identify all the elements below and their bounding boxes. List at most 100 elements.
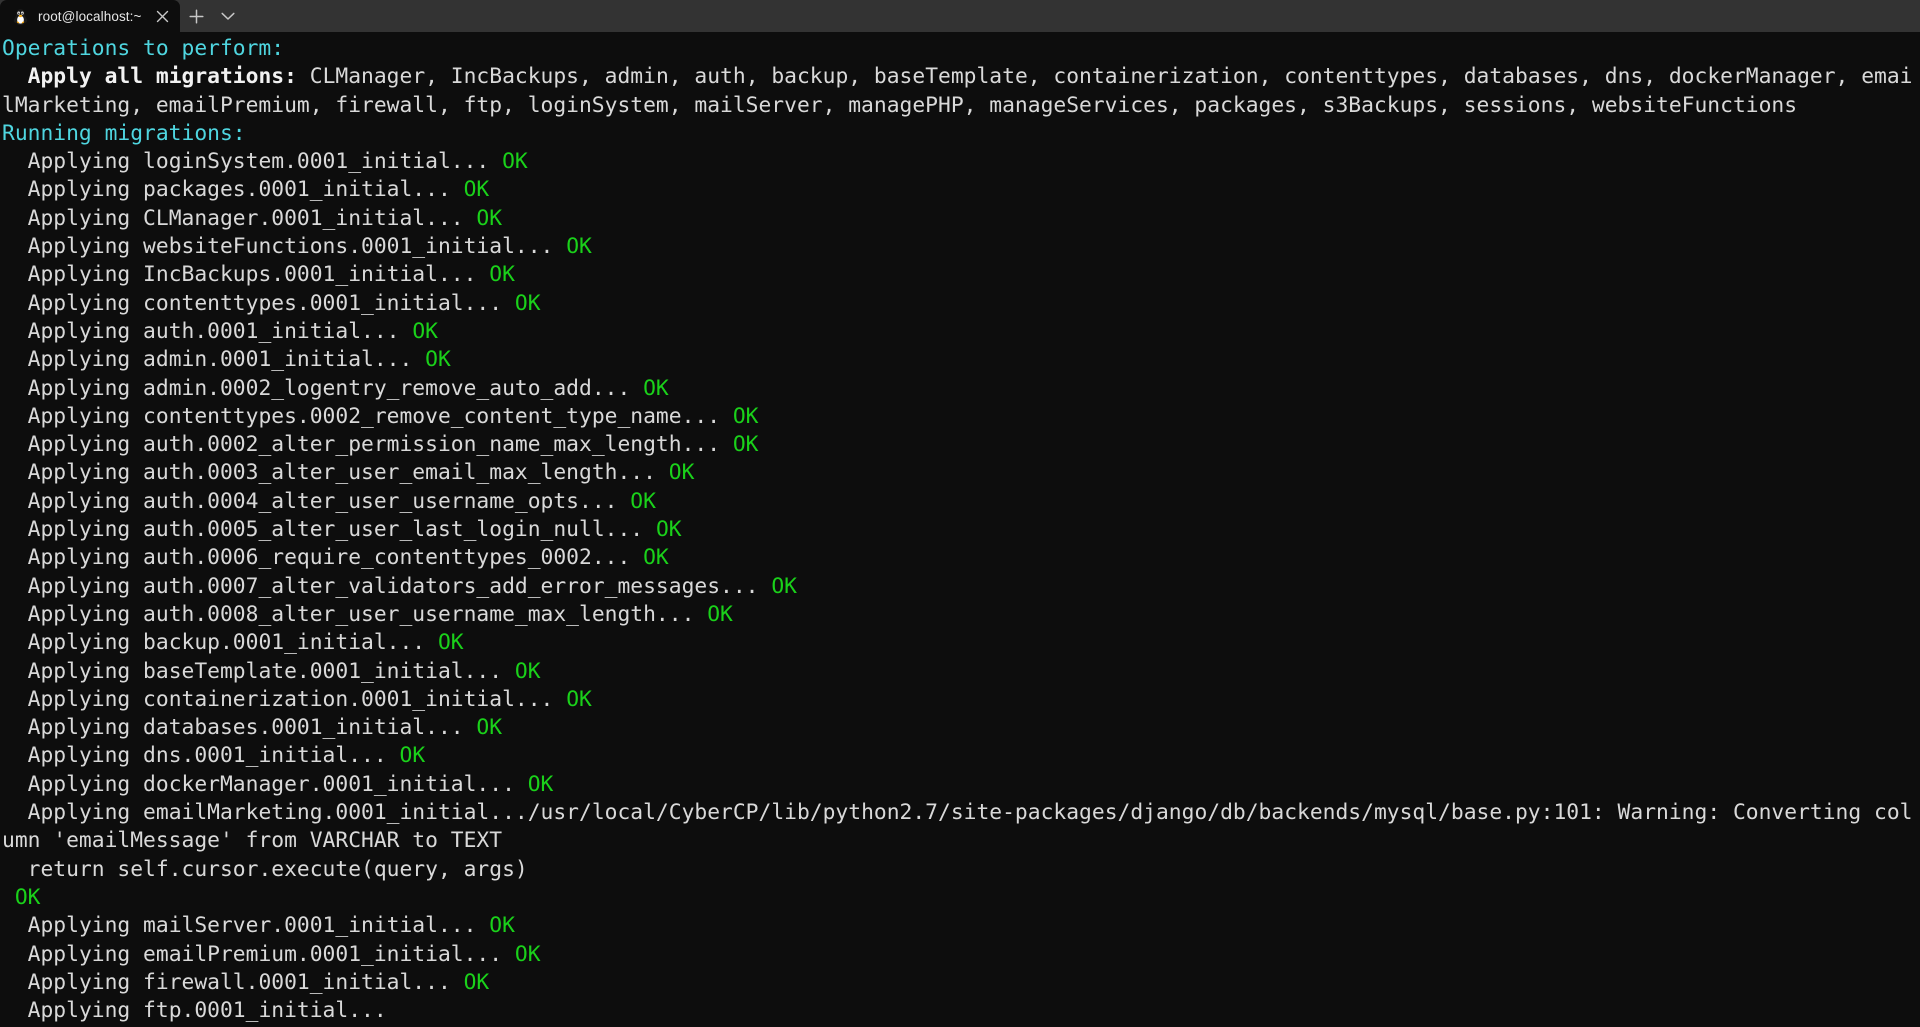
migration-name: Applying admin.0001_initial... [2,347,426,373]
migration-name: Applying databases.0001_initial... [2,715,477,741]
tab-bar: root@localhost:~ [0,0,1920,32]
migration-line: Applying firewall.0001_initial... OK [2,969,1918,997]
migration-warning-trace-text: return self.cursor.execute(query, args) [27,856,528,882]
new-tab-button[interactable] [180,0,212,32]
terminal-window[interactable]: Operations to perform: Apply all migrati… [0,32,1920,1027]
migration-status: OK [476,205,503,231]
migration-line: Applying auth.0008_alter_user_username_m… [2,601,1918,629]
migration-line: Applying contenttypes.0001_initial... OK [2,290,1918,318]
migration-line: Applying admin.0001_initial... OK [2,346,1918,374]
migration-status: OK [514,290,541,316]
terminal-tab-active[interactable]: root@localhost:~ [0,0,181,32]
migration-line: Applying contenttypes.0002_remove_conten… [2,403,1918,431]
migration-name: Applying auth.0006_require_contenttypes_… [2,545,644,571]
migration-name: Applying websiteFunctions.0001_initial..… [2,234,567,260]
migration-status: OK [643,375,669,401]
migration-in-progress-line: Applying ftp.0001_initial... [2,997,1918,1025]
migration-status: OK [630,488,656,514]
migration-status: OK [463,969,490,995]
migration-name: Applying firewall.0001_initial... [2,969,464,995]
migration-name: Applying emailPremium.0001_initial... [2,941,515,967]
migration-warning-status: OK [2,884,1918,912]
heading-running-migrations: Running migrations: [2,120,1918,148]
migration-name: Applying backup.0001_initial... [2,630,438,656]
migration-name: Applying mailServer.0001_initial... [2,913,490,939]
migration-line: Applying dockerManager.0001_initial... O… [2,771,1918,799]
migration-status: OK [668,460,695,486]
migration-status: OK [566,686,592,712]
migration-status: OK [707,601,733,627]
migration-warning-trace: return self.cursor.execute(query, args) [2,856,1918,884]
migration-line: Applying baseTemplate.0001_initial... OK [2,658,1918,686]
migration-line: Applying CLManager.0001_initial... OK [2,205,1918,233]
migration-status: OK [463,177,490,203]
migration-name: Applying admin.0002_logentry_remove_auto… [2,375,644,401]
migration-status: OK [643,545,669,571]
migration-name: Applying CLManager.0001_initial... [2,205,477,231]
migration-line: Applying loginSystem.0001_initial... OK [2,148,1918,176]
tab-menu-button[interactable] [212,0,244,32]
migration-name: Applying auth.0008_alter_user_username_m… [2,601,708,627]
migration-line: Applying databases.0001_initial... OK [2,714,1918,742]
close-icon[interactable] [152,6,172,26]
migration-line: Applying auth.0002_alter_permission_name… [2,431,1918,459]
migration-status: OK [527,771,554,797]
migration-line: Applying websiteFunctions.0001_initial..… [2,233,1918,261]
migration-line: Applying dns.0001_initial... OK [2,742,1918,770]
migration-status: OK [489,913,515,939]
migration-status: OK [399,743,426,769]
migration-name: Applying packages.0001_initial... [2,177,464,203]
apply-all-migrations-label: Apply all migrations: [2,64,310,90]
migration-name: Applying auth.0001_initial... [2,318,413,344]
tab-bar-empty-area [244,0,1920,32]
migration-status: OK [502,149,528,175]
migration-warning-line: Applying emailMarketing.0001_initial.../… [2,799,1918,856]
migration-line: Applying auth.0003_alter_user_email_max_… [2,459,1918,487]
apply-all-migrations-line: Apply all migrations: CLManager, IncBack… [2,63,1918,120]
migration-status: OK [655,517,682,543]
migration-warning-status-text: OK [14,884,41,910]
migration-line: Applying IncBackups.0001_initial... OK [2,261,1918,289]
migration-name: Applying contenttypes.0001_initial... [2,290,515,316]
heading-operations-text: Operations to perform: [2,36,285,61]
migration-line: Applying auth.0007_alter_validators_add_… [2,573,1918,601]
migration-status: OK [476,715,503,741]
terminal-output: Operations to perform: Apply all migrati… [0,35,1920,1025]
migration-warning-text: Applying emailMarketing.0001_initial.../… [2,800,1913,854]
migration-line: Applying admin.0002_logentry_remove_auto… [2,375,1918,403]
migration-name: Applying containerization.0001_initial..… [2,686,567,712]
migration-in-progress-name: Applying ftp.0001_initial... [2,998,387,1024]
migration-line: Applying auth.0004_alter_user_username_o… [2,488,1918,516]
migration-line: Applying emailPremium.0001_initial... OK [2,941,1918,969]
migration-name: Applying auth.0004_alter_user_username_o… [2,488,631,514]
migration-line: Applying mailServer.0001_initial... OK [2,912,1918,940]
chevron-down-icon [221,11,236,21]
migration-status: OK [425,347,451,373]
migration-name: Applying auth.0003_alter_user_email_max_… [2,460,669,486]
migration-status: OK [732,403,759,429]
migration-line: Applying backup.0001_initial... OK [2,629,1918,657]
migration-status: OK [732,432,759,458]
migration-status: OK [771,573,797,599]
migration-line: Applying auth.0001_initial... OK [2,318,1918,346]
tux-penguin-icon [12,8,29,25]
migration-name: Applying auth.0005_alter_user_last_login… [2,517,656,543]
migration-name: Applying dns.0001_initial... [2,743,400,769]
migration-name: Applying loginSystem.0001_initial... [2,149,503,175]
migration-name: Applying auth.0002_alter_permission_name… [2,432,733,458]
migration-status: OK [437,630,464,656]
tab-title: root@localhost:~ [38,8,142,24]
migration-line: Applying auth.0005_alter_user_last_login… [2,516,1918,544]
migration-name: Applying dockerManager.0001_initial... [2,771,528,797]
migration-name: Applying IncBackups.0001_initial... [2,262,490,288]
migration-name: Applying contenttypes.0002_remove_conten… [2,403,733,429]
migration-status: OK [489,262,515,288]
migration-status: OK [566,234,592,260]
migration-status: OK [412,318,438,344]
migration-line: Applying auth.0006_require_contenttypes_… [2,544,1918,572]
migration-line: Applying containerization.0001_initial..… [2,686,1918,714]
migration-name: Applying auth.0007_alter_validators_add_… [2,573,772,599]
migration-line: Applying packages.0001_initial... OK [2,176,1918,204]
plus-icon [189,8,204,24]
heading-operations: Operations to perform: [2,35,1918,63]
